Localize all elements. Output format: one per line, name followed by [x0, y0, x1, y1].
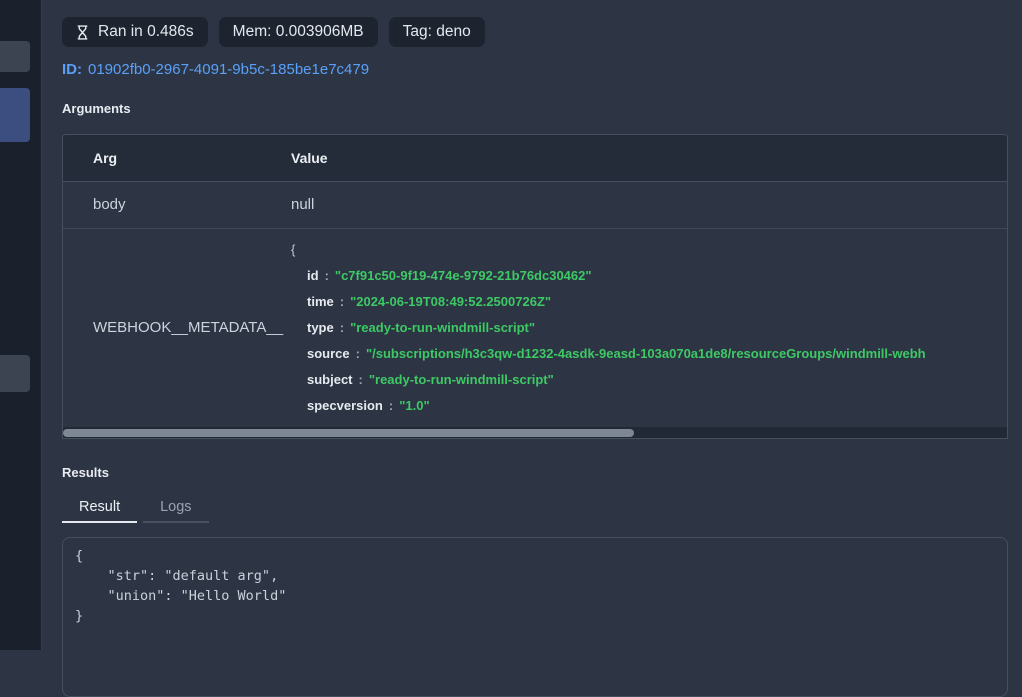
- object-entry: time: "2024-06-19T08:49:52.2500726Z": [291, 289, 1007, 315]
- run-badges: Ran in 0.486s Mem: 0.003906MB Tag: deno: [62, 0, 1008, 47]
- arg-value: null: [291, 181, 1007, 228]
- job-id-line: ID: 01902fb0-2967-4091-9b5c-185be1e7c479: [62, 61, 1008, 78]
- memory-badge: Mem: 0.003906MB: [219, 17, 378, 47]
- arg-name: body: [63, 181, 291, 228]
- object-key: source: [307, 346, 350, 361]
- arguments-table: Arg Value body null WEBHOOK__METADATA__ …: [62, 134, 1008, 439]
- job-id-label: ID:: [62, 61, 82, 78]
- object-value: "ready-to-run-windmill-script": [350, 320, 535, 335]
- runtime-badge-label: Ran in 0.486s: [98, 23, 194, 41]
- object-key: subject: [307, 372, 353, 387]
- object-value: "/subscriptions/h3c3qw-d1232-4asdk-9easd…: [366, 346, 926, 361]
- table-row: WEBHOOK__METADATA__ { id: "c7f91c50-9f19-…: [63, 228, 1007, 427]
- object-value: "2024-06-19T08:49:52.2500726Z": [350, 294, 551, 309]
- object-key: specversion: [307, 398, 383, 413]
- tag-badge-label: Tag: deno: [403, 23, 471, 41]
- object-key: time: [307, 294, 334, 309]
- object-colon: :: [325, 268, 329, 283]
- horizontal-scrollbar[interactable]: [63, 427, 1007, 438]
- results-title: Results: [62, 465, 1008, 480]
- job-run-detail: Ran in 0.486s Mem: 0.003906MB Tag: deno …: [42, 0, 1022, 650]
- arg-value-object: { id: "c7f91c50-9f19-474e-9792-21b76dc304…: [291, 228, 1007, 427]
- column-header-value: Value: [291, 135, 1007, 181]
- object-key: type: [307, 320, 334, 335]
- tag-badge: Tag: deno: [389, 17, 485, 47]
- object-colon: :: [389, 398, 393, 413]
- job-id-value[interactable]: 01902fb0-2967-4091-9b5c-185be1e7c479: [88, 61, 369, 78]
- runtime-badge: Ran in 0.486s: [62, 17, 208, 47]
- tab-result[interactable]: Result: [62, 492, 137, 523]
- object-entry: source: "/subscriptions/h3c3qw-d1232-4asd…: [291, 341, 1007, 367]
- result-output: { "str": "default arg", "union": "Hello …: [62, 537, 1008, 697]
- object-key: id: [307, 268, 319, 283]
- arguments-title: Arguments: [62, 101, 1008, 116]
- table-header-row: Arg Value: [63, 135, 1007, 181]
- object-entry: type: "ready-to-run-windmill-script": [291, 315, 1007, 341]
- sidebar-item[interactable]: [0, 41, 30, 72]
- sidebar: [0, 0, 42, 650]
- memory-badge-label: Mem: 0.003906MB: [233, 23, 364, 41]
- object-value: "ready-to-run-windmill-script": [369, 372, 554, 387]
- object-entry: subject: "ready-to-run-windmill-script": [291, 367, 1007, 393]
- arg-name: WEBHOOK__METADATA__: [63, 228, 291, 427]
- object-value: "1.0": [399, 398, 429, 413]
- object-colon: :: [340, 320, 344, 335]
- scrollbar-thumb[interactable]: [63, 429, 634, 437]
- results-tabs: Result Logs: [62, 492, 1008, 523]
- table-row: body null: [63, 181, 1007, 228]
- object-entry: id: "c7f91c50-9f19-474e-9792-21b76dc30462…: [291, 263, 1007, 289]
- object-open-brace: {: [291, 237, 1007, 263]
- object-colon: :: [359, 372, 363, 387]
- tab-logs[interactable]: Logs: [143, 492, 208, 523]
- sidebar-item[interactable]: [0, 355, 30, 392]
- object-colon: :: [356, 346, 360, 361]
- column-header-arg: Arg: [63, 135, 291, 181]
- object-colon: :: [340, 294, 344, 309]
- sidebar-item-active[interactable]: [0, 88, 30, 142]
- object-value: "c7f91c50-9f19-474e-9792-21b76dc30462": [335, 268, 592, 283]
- object-entry: specversion: "1.0": [291, 393, 1007, 419]
- hourglass-icon: [76, 25, 89, 40]
- result-json: { "str": "default arg", "union": "Hello …: [63, 538, 1007, 634]
